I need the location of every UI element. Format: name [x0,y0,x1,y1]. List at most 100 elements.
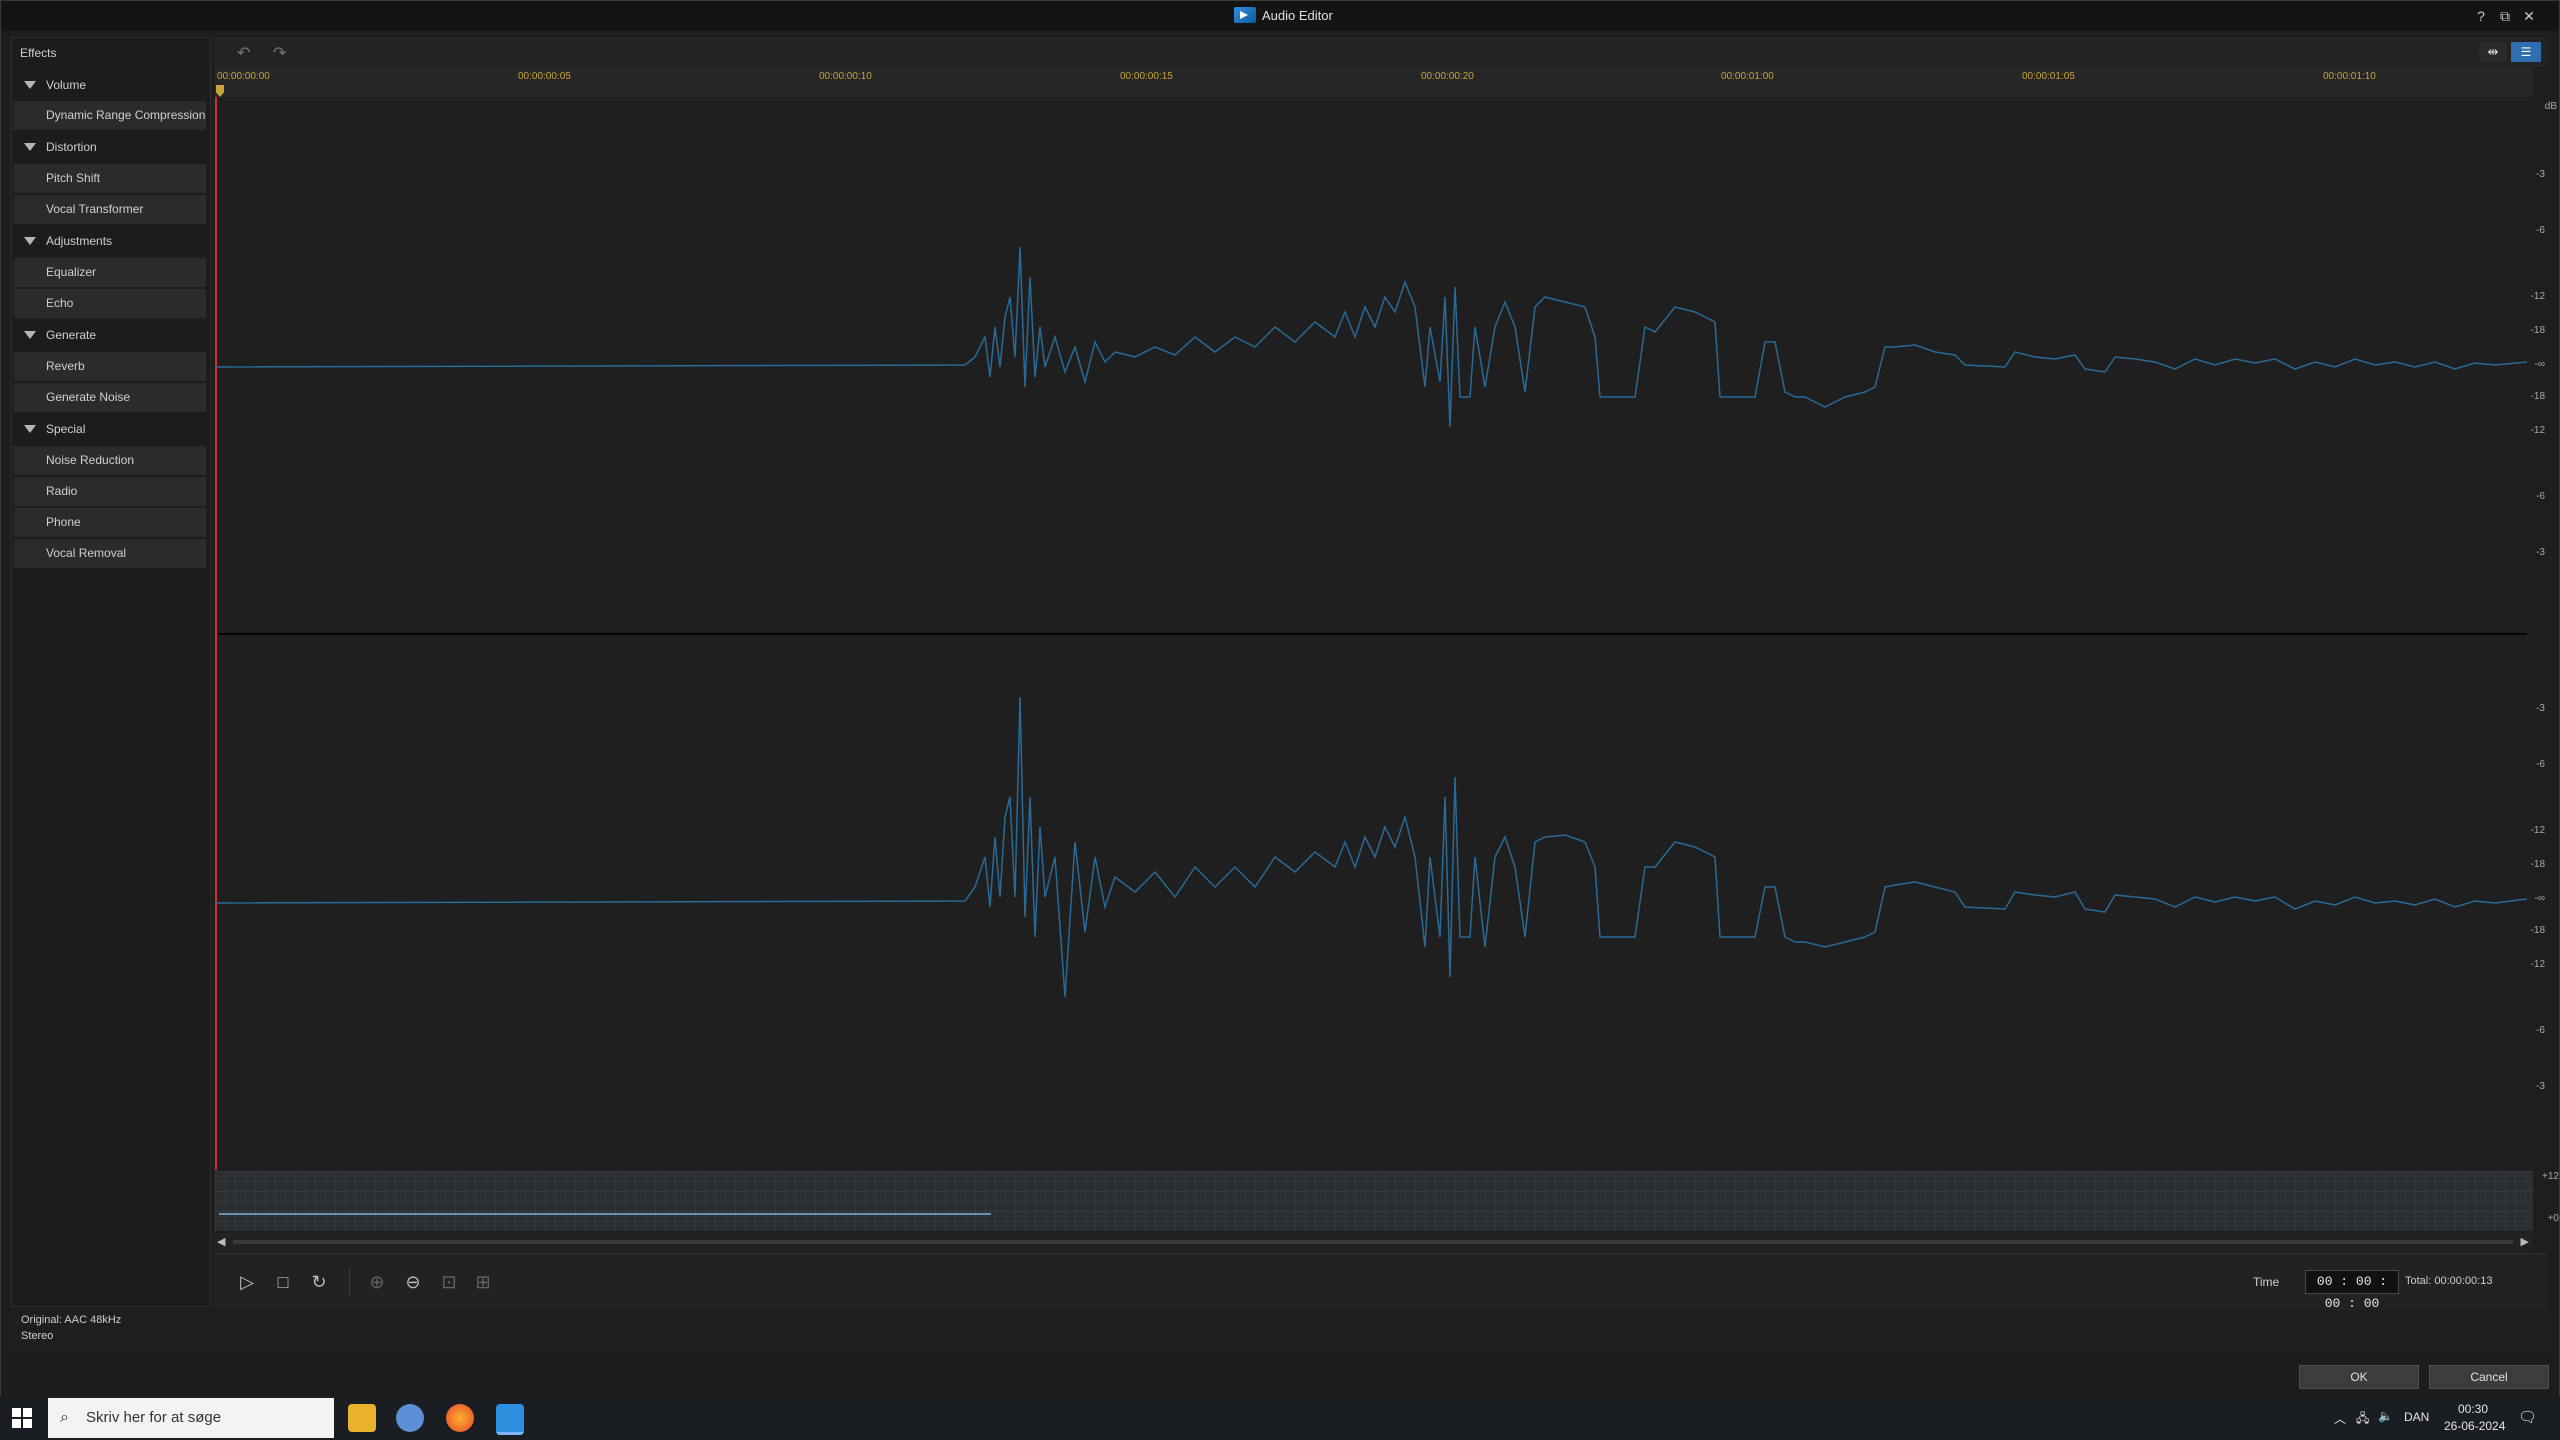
zoom-in-icon[interactable]: ⊕ [363,1268,391,1296]
collapse-triangle-icon[interactable] [24,143,36,151]
file-explorer-icon[interactable] [348,1404,376,1432]
audio-editor-taskbar-icon[interactable] [496,1404,524,1435]
group-distortion[interactable]: Distortion [12,132,210,162]
scroll-left-icon[interactable]: ◀ [217,1235,225,1248]
effect-generate-noise[interactable]: Generate Noise [14,383,206,412]
db-tick: -6 [2536,1025,2545,1036]
db-tick: -3 [2536,169,2545,180]
db-tick: +12 [2542,1171,2559,1182]
ruler-label: 00:00:00:20 [1421,71,1474,82]
volume-icon[interactable]: 🔈 [2378,1409,2393,1423]
ruler-label: 00:00:00:00 [217,71,270,82]
firefox-icon[interactable] [446,1404,474,1432]
ruler-label: 00:00:01:10 [2323,71,2376,82]
zoom-out-icon[interactable]: ⊖ [399,1268,427,1296]
restore-button[interactable]: ⧉ [2495,6,2515,26]
group-adjustments[interactable]: Adjustments [12,226,210,256]
effects-title: Effects [20,46,57,60]
collapse-triangle-icon[interactable] [24,425,36,433]
effect-pitch-shift[interactable]: Pitch Shift [14,164,206,193]
play-icon[interactable]: ▷ [233,1268,261,1296]
zoom-fit-icon[interactable]: ⊞ [469,1268,497,1296]
group-label: Generate [46,328,97,342]
db-tick: -3 [2536,1081,2545,1092]
network-icon[interactable]: 🖧 [2356,1409,2369,1430]
group-label: Special [46,422,86,436]
tray-date[interactable]: 26-06-2024 [2444,1419,2505,1433]
editor-toolbar: ↶ ↷ ⇹ ☰ [215,37,2547,67]
stop-icon[interactable]: □ [269,1268,297,1296]
loop-icon[interactable]: ↻ [305,1268,333,1296]
effect-echo[interactable]: Echo [14,289,206,318]
group-label: Distortion [46,140,97,154]
waveform-area[interactable] [215,97,2533,1170]
effect-radio[interactable]: Radio [14,477,206,506]
tray-chevron-icon[interactable]: ︿ [2334,1410,2346,1427]
file-format: Original: AAC 48kHz [21,1314,122,1326]
db-tick: -3 [2536,547,2545,558]
db-tick: -18 [2530,325,2545,336]
db-tick: -12 [2530,425,2545,436]
waveform-svg [215,97,2528,1170]
ok-button[interactable]: OK [2299,1365,2419,1389]
undo-icon[interactable]: ↶ [237,43,250,63]
close-button[interactable]: ✕ [2519,6,2539,26]
windows-start-icon[interactable] [10,1406,34,1430]
db-tick: -3 [2536,703,2545,714]
overview-zero-label: +0 [2547,1213,2559,1224]
taskbar-search[interactable]: ⌕ Skriv her for at søge [48,1398,334,1438]
steam-icon[interactable] [396,1404,424,1432]
effect-dynamic-range-compression[interactable]: Dynamic Range Compression [14,101,206,130]
fit-width-icon[interactable]: ⇹ [2479,42,2507,62]
scroll-right-icon[interactable]: ▶ [2521,1235,2529,1248]
db-tick: -6 [2536,491,2545,502]
db-scale: dB -3 -6 -12 -18 -∞ -18 -12 -6 -3 -3 -6 … [2523,97,2560,1182]
collapse-triangle-icon[interactable] [24,237,36,245]
view-mode-icon[interactable]: ☰ [2511,42,2541,62]
notification-icon[interactable]: 🗨 [2518,1408,2537,1426]
db-tick: -18 [2530,391,2545,402]
effect-equalizer[interactable]: Equalizer [14,258,206,287]
db-tick: -6 [2536,225,2545,236]
help-button[interactable]: ? [2471,6,2491,26]
effect-noise-reduction[interactable]: Noise Reduction [14,446,206,475]
group-label: Adjustments [46,234,113,248]
time-label: Time [2253,1275,2280,1289]
zoom-selection-icon[interactable]: ⊡ [435,1268,463,1296]
collapse-triangle-icon[interactable] [24,81,36,89]
timeline-ruler[interactable]: 00:00:00:00 00:00:00:05 00:00:00:10 00:0… [215,67,2533,98]
channel-mode: Stereo [21,1330,54,1342]
group-special[interactable]: Special [12,414,210,444]
windows-taskbar: ⌕ Skriv her for at søge ︿ 🖧 🔈 DAN 00:30 … [0,1396,2560,1440]
volume-overview[interactable]: +0 [215,1171,2559,1231]
effect-reverb[interactable]: Reverb [14,352,206,381]
redo-icon[interactable]: ↷ [273,43,286,63]
overview-volume-line [219,1213,991,1215]
collapse-triangle-icon[interactable] [24,331,36,339]
transport-bar: ▷ □ ↻ ⊕ ⊖ ⊡ ⊞ Time 00 : 00 : 00 : 00 Tot… [215,1253,2547,1311]
file-info: Original: AAC 48kHz Stereo [21,1312,121,1344]
ruler-label: 00:00:00:05 [518,71,571,82]
group-volume[interactable]: Volume [12,70,210,100]
time-input[interactable]: 00 : 00 : 00 : 00 [2305,1270,2399,1311]
cancel-button[interactable]: Cancel [2429,1365,2549,1389]
search-icon: ⌕ [60,1409,69,1426]
db-tick: -18 [2530,925,2545,936]
total-duration: Total: 00:00:00:13 [2405,1275,2493,1287]
group-label: Volume [46,78,87,92]
input-language[interactable]: DAN [2404,1410,2429,1424]
db-tick: -12 [2530,291,2545,302]
effects-panel: Effects Volume Dynamic Range Compression… [11,37,211,1307]
window-title-text: Audio Editor [1262,7,1333,23]
group-generate[interactable]: Generate [12,320,210,350]
ruler-label: 00:00:01:05 [2022,71,2075,82]
tray-time[interactable]: 00:30 [2458,1402,2488,1416]
audio-editor-window: Audio Editor ? ⧉ ✕ Effects Volume Dynami… [0,0,2560,1396]
effect-vocal-transformer[interactable]: Vocal Transformer [14,195,206,224]
db-unit-label: dB [2544,101,2557,112]
scrollbar-track[interactable] [233,1240,2513,1244]
playhead-marker-icon[interactable] [216,85,224,97]
horizontal-scrollbar[interactable]: ◀ ▶ [215,1233,2533,1251]
effect-phone[interactable]: Phone [14,508,206,537]
effect-vocal-removal[interactable]: Vocal Removal [14,539,206,568]
